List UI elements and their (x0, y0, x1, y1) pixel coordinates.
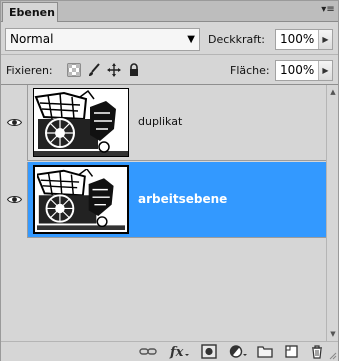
visibility-toggle[interactable] (1, 85, 28, 161)
fill-label: Fläche: (230, 64, 270, 77)
layer-name[interactable]: duplikat (138, 114, 182, 130)
blend-mode-select[interactable]: Normal ▼ (5, 28, 200, 51)
new-layer-icon[interactable] (284, 344, 300, 359)
group-folder-icon[interactable] (257, 344, 273, 359)
opacity-arrow-icon[interactable]: ▶ (318, 30, 332, 49)
layer-name[interactable]: arbeitsebene (138, 191, 227, 207)
panel-tab-bar: Ebenen ▾≡ (1, 1, 338, 22)
layers-list: duplikat arbeitsebene (1, 85, 326, 341)
opacity-field[interactable]: 100% ▶ (275, 29, 333, 50)
link-icon[interactable] (139, 344, 157, 359)
lock-fill-row: Fixieren: Fläche: 100% ▶ (1, 56, 338, 85)
visibility-toggle[interactable] (1, 162, 28, 238)
trash-icon[interactable] (309, 344, 325, 359)
panel-menu-icon[interactable]: ▾≡ (321, 3, 335, 17)
fill-field[interactable]: 100% ▶ (275, 60, 333, 81)
layer-thumbnail (33, 165, 129, 234)
resize-grip-icon[interactable] (329, 352, 337, 360)
scroll-up-icon[interactable]: ▲ (328, 87, 338, 97)
layers-panel: Ebenen ▾≡ Normal ▼ Deckkraft: 100% ▶ Fix… (0, 0, 339, 361)
layer-row[interactable]: duplikat (1, 85, 326, 161)
eye-icon (7, 196, 22, 203)
mask-icon[interactable] (201, 344, 217, 359)
tab-ebenen[interactable]: Ebenen (2, 2, 58, 22)
opacity-label: Deckkraft: (208, 33, 265, 46)
layers-scrollbar[interactable]: ▲ ▼ (326, 85, 338, 341)
fill-arrow-icon[interactable]: ▶ (318, 61, 332, 80)
eye-icon (7, 119, 22, 126)
scroll-down-icon[interactable]: ▼ (328, 329, 338, 339)
lock-move-icon[interactable] (107, 63, 121, 77)
fill-value: 100% (280, 63, 315, 77)
lock-brush-icon[interactable] (87, 63, 101, 77)
blend-mode-value: Normal (10, 32, 54, 46)
lock-all-icon[interactable] (127, 63, 141, 77)
blend-opacity-row: Normal ▼ Deckkraft: 100% ▶ (1, 25, 338, 55)
svg-text:fx: fx (169, 345, 184, 359)
lock-transparency-icon[interactable] (67, 63, 81, 77)
layer-row[interactable]: arbeitsebene (1, 162, 326, 238)
lock-label: Fixieren: (6, 64, 53, 77)
layer-thumbnail (33, 88, 129, 157)
chevron-down-icon: ▼ (187, 34, 195, 45)
adjustment-icon[interactable] (229, 344, 247, 359)
layers-toolbar: fx (1, 341, 338, 361)
opacity-value: 100% (280, 32, 315, 46)
fx-icon[interactable]: fx (169, 344, 189, 359)
